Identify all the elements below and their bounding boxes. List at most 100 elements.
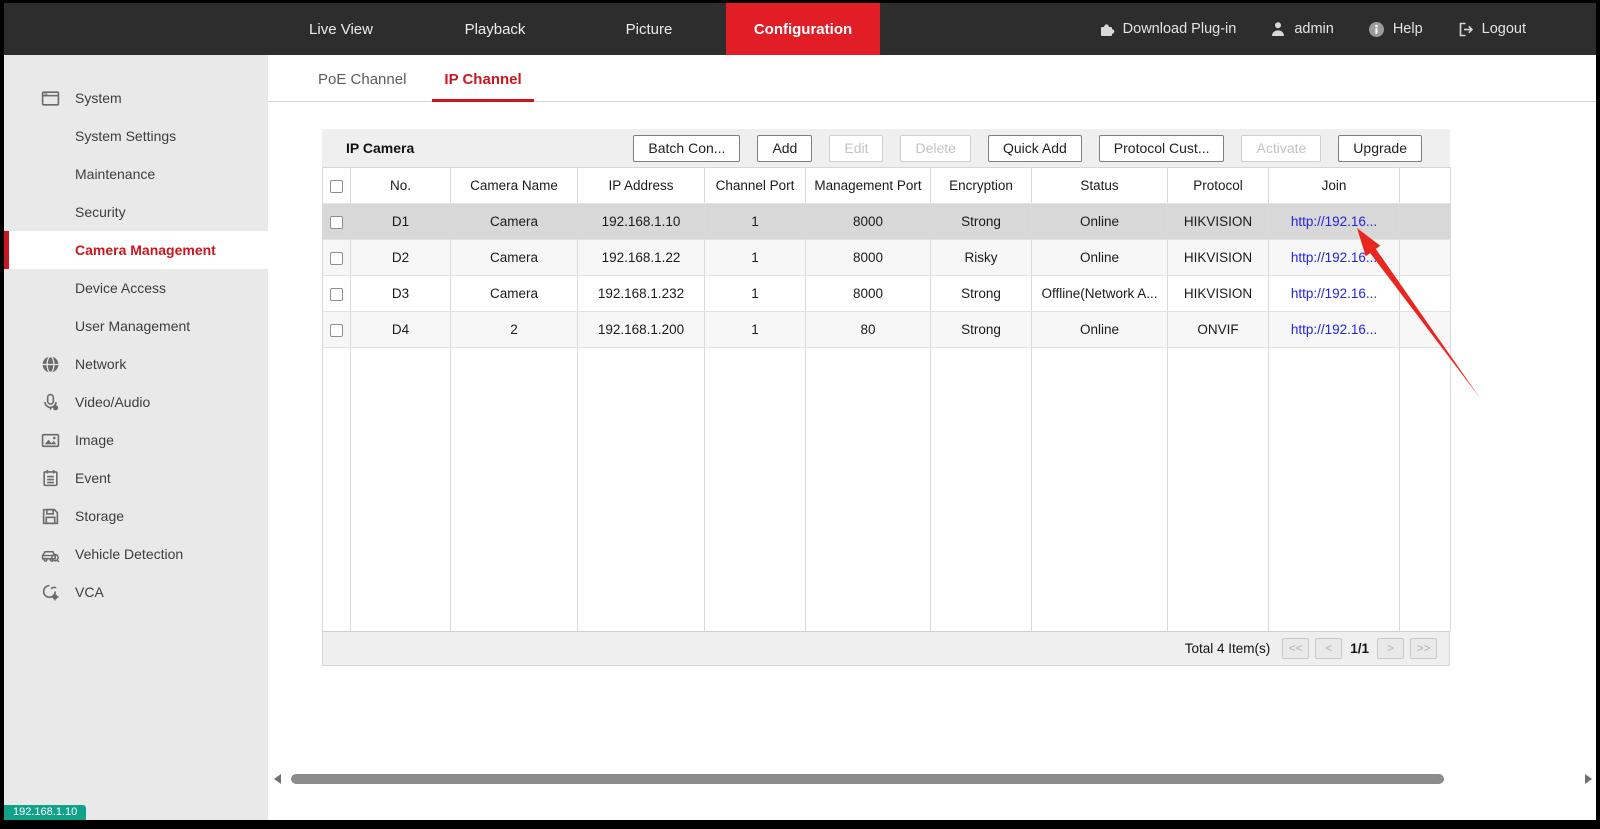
next-page-button[interactable]: > (1377, 638, 1404, 659)
sidebar-item-system[interactable]: System (4, 79, 268, 117)
sidebar-item-storage[interactable]: Storage (4, 497, 268, 535)
cell-management-port: 8000 (806, 240, 931, 276)
cell-channel-port: 1 (705, 240, 806, 276)
last-page-button[interactable]: >> (1410, 638, 1437, 659)
col-camera-name: Camera Name (451, 168, 578, 204)
sidebar-item-network[interactable]: Network (4, 345, 268, 383)
table-row[interactable]: D2 Camera 192.168.1.22 1 8000 Risky Onli… (323, 240, 1451, 276)
username: admin (1294, 21, 1334, 37)
scroll-right-arrow-icon[interactable] (1585, 774, 1592, 784)
cell-no: D3 (351, 276, 451, 312)
panel-title: IP Camera (346, 140, 414, 156)
cell-encryption: Strong (931, 204, 1032, 240)
cell-encryption: Strong (931, 276, 1032, 312)
table-row[interactable]: D1 Camera 192.168.1.10 1 8000 Strong Onl… (323, 204, 1451, 240)
cell-ip-address: 192.168.1.10 (578, 204, 705, 240)
join-link[interactable]: http://192.16... (1291, 214, 1377, 229)
horizontal-scrollbar[interactable] (274, 773, 1592, 785)
table-row[interactable]: D3 Camera 192.168.1.232 1 8000 Strong Of… (323, 276, 1451, 312)
edit-button[interactable]: Edit (829, 135, 883, 162)
add-button[interactable]: Add (757, 135, 812, 162)
sidebar-item-label: Camera Management (75, 242, 216, 258)
toolbar: IP Camera Batch Con... Add Edit Delete Q… (322, 129, 1450, 167)
sidebar-item-device-access[interactable]: Device Access (4, 269, 268, 307)
nav-picture[interactable]: Picture (572, 3, 726, 55)
sidebar-item-maintenance[interactable]: Maintenance (4, 155, 268, 193)
sidebar: System System Settings Maintenance Secur… (4, 55, 268, 820)
col-management-port: Management Port (806, 168, 931, 204)
status-link-badge: 192.168.1.10 (4, 805, 86, 820)
row-checkbox[interactable] (330, 252, 343, 265)
cell-camera-name: 2 (451, 312, 578, 348)
row-checkbox[interactable] (330, 288, 343, 301)
sidebar-item-label: Maintenance (75, 166, 155, 182)
table-header-row: No. Camera Name IP Address Channel Port … (323, 168, 1451, 204)
cell-protocol: HIKVISION (1168, 276, 1269, 312)
tab-poe-channel[interactable]: PoE Channel (306, 71, 418, 101)
col-protocol: Protocol (1168, 168, 1269, 204)
sidebar-item-image[interactable]: Image (4, 421, 268, 459)
upgrade-button[interactable]: Upgrade (1338, 135, 1422, 162)
scrollbar-track[interactable] (285, 774, 1581, 784)
cell-no: D4 (351, 312, 451, 348)
col-join: Join (1269, 168, 1400, 204)
cell-ip-address: 192.168.1.200 (578, 312, 705, 348)
activate-button[interactable]: Activate (1241, 135, 1321, 162)
sidebar-item-event[interactable]: Event (4, 459, 268, 497)
row-checkbox[interactable] (330, 216, 343, 229)
toolbar-buttons: Batch Con... Add Edit Delete Quick Add P… (633, 135, 1422, 162)
join-link[interactable]: http://192.16... (1291, 250, 1377, 265)
video-audio-icon (40, 392, 60, 412)
main-content: PoE Channel IP Channel IP Camera Batch C… (268, 55, 1596, 820)
col-channel-port: Channel Port (705, 168, 806, 204)
sidebar-item-label: Image (75, 432, 114, 448)
join-link[interactable]: http://192.16... (1291, 286, 1377, 301)
row-checkbox[interactable] (330, 324, 343, 337)
select-all-checkbox[interactable] (330, 180, 343, 193)
cell-camera-name: Camera (451, 276, 578, 312)
join-link[interactable]: http://192.16... (1291, 322, 1377, 337)
cell-protocol: ONVIF (1168, 312, 1269, 348)
protocol-custom-button[interactable]: Protocol Cust... (1099, 135, 1225, 162)
first-page-button[interactable]: << (1282, 638, 1309, 659)
total-items-label: Total 4 Item(s) (1185, 641, 1271, 656)
nav-live-view[interactable]: Live View (264, 3, 418, 55)
table-row[interactable]: D4 2 192.168.1.200 1 80 Strong Online ON… (323, 312, 1451, 348)
quick-add-button[interactable]: Quick Add (988, 135, 1082, 162)
scroll-left-arrow-icon[interactable] (274, 774, 281, 784)
sidebar-item-user-management[interactable]: User Management (4, 307, 268, 345)
cell-management-port: 8000 (806, 204, 931, 240)
sidebar-item-video-audio[interactable]: Video/Audio (4, 383, 268, 421)
download-plugin[interactable]: Download Plug-in (1098, 21, 1237, 38)
sidebar-item-label: Device Access (75, 280, 166, 296)
sidebar-item-system-settings[interactable]: System Settings (4, 117, 268, 155)
sidebar-item-security[interactable]: Security (4, 193, 268, 231)
user-menu[interactable]: admin (1270, 21, 1334, 37)
sidebar-item-label: System (75, 90, 122, 106)
batch-configuration-button[interactable]: Batch Con... (633, 135, 740, 162)
cell-no: D1 (351, 204, 451, 240)
event-icon (40, 468, 60, 488)
logout[interactable]: Logout (1457, 21, 1526, 38)
sidebar-item-label: Event (75, 470, 111, 486)
delete-button[interactable]: Delete (900, 135, 970, 162)
sidebar-item-camera-management[interactable]: Camera Management (4, 231, 268, 269)
logout-label: Logout (1482, 21, 1526, 37)
nav-configuration[interactable]: Configuration (726, 3, 880, 55)
cell-status: Online (1032, 240, 1168, 276)
sidebar-item-label: System Settings (75, 128, 176, 144)
vehicle-detection-icon (40, 544, 60, 564)
storage-icon (40, 506, 60, 526)
scrollbar-thumb[interactable] (291, 774, 1444, 784)
tab-ip-channel[interactable]: IP Channel (432, 71, 533, 102)
col-extra (1400, 168, 1451, 204)
prev-page-button[interactable]: < (1315, 638, 1342, 659)
cell-channel-port: 1 (705, 276, 806, 312)
help[interactable]: Help (1368, 21, 1423, 38)
sidebar-item-vehicle-detection[interactable]: Vehicle Detection (4, 535, 268, 573)
nav-playback[interactable]: Playback (418, 3, 572, 55)
cell-ip-address: 192.168.1.22 (578, 240, 705, 276)
cell-encryption: Strong (931, 312, 1032, 348)
sidebar-item-vca[interactable]: VCA (4, 573, 268, 611)
table-filler-row (323, 348, 1451, 631)
